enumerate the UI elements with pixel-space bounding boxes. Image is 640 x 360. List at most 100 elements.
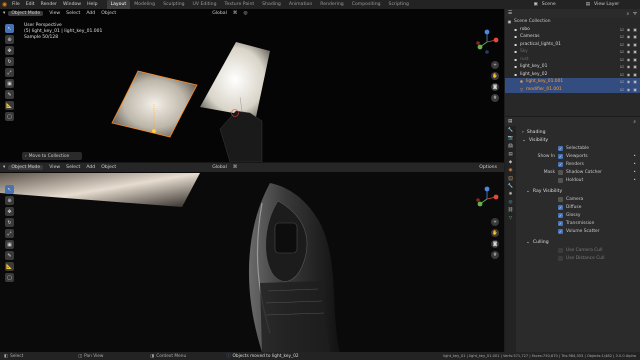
physics-tab-icon[interactable]: ◎ [509, 200, 513, 205]
holdout-checkbox[interactable] [558, 177, 563, 183]
viewports-checkbox[interactable]: ✓ [558, 153, 563, 159]
measure-tool-icon-2[interactable]: 📐 [5, 262, 14, 271]
menu-file[interactable]: File [9, 2, 23, 7]
menu-window[interactable]: Window [60, 2, 84, 7]
outliner-type-icon[interactable]: ☰ [508, 11, 512, 16]
outliner-item[interactable]: ▪ light_key_01 ☑ ◉ ▣ [505, 63, 640, 71]
exclude-checkbox-icon[interactable]: ☑ [620, 34, 624, 39]
outliner-item[interactable]: ▪ rust ☑ ◉ ▣ [505, 56, 640, 64]
output-tab-icon[interactable]: 🖨 [508, 144, 514, 149]
eye-icon[interactable]: ◉ [627, 79, 631, 84]
tab-scripting[interactable]: Scripting [385, 0, 413, 9]
render-tab-icon[interactable]: 📷 [508, 136, 514, 141]
snap-icon[interactable]: ⌘ [230, 11, 241, 16]
grid-icon-2[interactable]: # [491, 251, 499, 259]
editor-type-icon-2[interactable]: ▾ [0, 165, 8, 170]
view-layer-tab-icon[interactable]: ▤ [508, 152, 512, 157]
camera-render-icon[interactable]: ▣ [633, 42, 637, 47]
ray-visibility-checkbox[interactable]: ✓ [558, 228, 563, 234]
camera-render-icon[interactable]: ▣ [633, 34, 637, 39]
keyframe-dot-icon[interactable]: • [633, 162, 636, 167]
options-button[interactable]: Options [476, 165, 500, 170]
transform-tool-icon-2[interactable]: ▣ [5, 240, 14, 249]
proportional-icon[interactable]: ◎ [240, 11, 250, 16]
camera-view-icon[interactable]: ◙ [491, 83, 499, 91]
eye-icon[interactable]: ◉ [627, 27, 631, 32]
annotate-tool-icon[interactable]: ✎ [5, 90, 14, 99]
exclude-checkbox-icon[interactable]: ☑ [620, 64, 624, 69]
properties-search-icon[interactable]: ⌕ [633, 119, 636, 125]
shadow-catcher-checkbox[interactable] [558, 169, 563, 175]
keyframe-dot-icon[interactable]: • [633, 178, 636, 183]
blender-logo-icon[interactable]: ◉ [0, 0, 9, 9]
cursor-tool-icon[interactable]: ⊕ [5, 35, 14, 44]
menu-render[interactable]: Render [38, 2, 60, 7]
selectable-checkbox[interactable]: ✓ [558, 145, 563, 151]
exclude-checkbox-icon[interactable]: ☑ [620, 57, 624, 62]
last-operator-panel[interactable]: › Move to Collection [22, 152, 82, 160]
camera-render-icon[interactable]: ▣ [633, 79, 637, 84]
eye-icon[interactable]: ◉ [627, 72, 631, 77]
eye-icon[interactable]: ◉ [627, 42, 631, 47]
outliner-item[interactable]: ▪ practical_lights_01 ☑ ◉ ▣ [505, 41, 640, 49]
culling-checkbox[interactable] [558, 255, 563, 261]
constraints-tab-icon[interactable]: ⛓ [508, 208, 514, 213]
outliner-item[interactable]: ▽ modifier_01.001 ☑ ◉ ▣ [505, 85, 640, 93]
exclude-checkbox-icon[interactable]: ☑ [620, 27, 624, 32]
menu-edit[interactable]: Edit [23, 2, 38, 7]
annotate-tool-icon-2[interactable]: ✎ [5, 251, 14, 260]
scene-tab-icon[interactable]: ◆ [509, 160, 512, 165]
view-layer-selector[interactable]: View Layer [594, 2, 636, 7]
transform-orientation-2[interactable]: Global [209, 165, 230, 170]
nav-gizmo-bottom[interactable] [474, 186, 500, 212]
visibility-panel-header[interactable]: ⌄ Visibility [518, 136, 638, 144]
rotate-tool-icon-2[interactable]: ↻ [5, 218, 14, 227]
ray-visibility-checkbox[interactable] [558, 196, 563, 202]
viewport-menu-select[interactable]: Select [63, 11, 83, 16]
cursor-tool-icon-2[interactable]: ⊕ [5, 196, 14, 205]
camera-render-icon[interactable]: ▣ [633, 57, 637, 62]
editor-type-icon[interactable]: ▾ [0, 11, 8, 16]
modifier-tab-icon[interactable]: 🔧 [508, 184, 514, 189]
exclude-checkbox-icon[interactable]: ☑ [620, 49, 624, 54]
camera-render-icon[interactable]: ▣ [633, 49, 637, 54]
world-tab-icon[interactable]: ◉ [509, 168, 513, 173]
scene-selector[interactable]: Scene [542, 2, 582, 7]
camera-render-icon[interactable]: ▣ [633, 87, 637, 92]
tab-rendering[interactable]: Rendering [316, 0, 347, 9]
tab-texture-paint[interactable]: Texture Paint [221, 0, 259, 9]
tab-layout[interactable]: Layout [106, 0, 131, 9]
zoom-icon-2[interactable]: + [491, 218, 499, 226]
viewport-bottom[interactable]: ▾ Object Mode View Select Add Object Global… [0, 163, 504, 352]
culling-checkbox[interactable] [558, 247, 563, 253]
viewport-menu-object[interactable]: Object [98, 165, 119, 170]
camera-render-icon[interactable]: ▣ [633, 27, 637, 32]
mode-selector-2[interactable]: Object Mode [8, 165, 44, 170]
exclude-checkbox-icon[interactable]: ☑ [620, 72, 624, 77]
nav-gizmo-top[interactable] [474, 29, 500, 55]
move-tool-icon[interactable]: ✥ [5, 46, 14, 55]
add-cube-tool-icon[interactable]: ▢ [5, 112, 14, 121]
zoom-icon[interactable]: + [491, 61, 499, 69]
tab-animation[interactable]: Animation [285, 0, 316, 9]
ray-visibility-header[interactable]: ⌄ Ray Visibility [518, 187, 638, 195]
viewport-menu-view[interactable]: View [46, 11, 63, 16]
ray-visibility-checkbox[interactable]: ✓ [558, 220, 563, 226]
ray-visibility-checkbox[interactable]: ✓ [558, 212, 563, 218]
keyframe-dot-icon[interactable]: • [633, 154, 636, 159]
viewport-menu-object[interactable]: Object [98, 11, 119, 16]
eye-icon[interactable]: ◉ [627, 64, 631, 69]
tab-modeling[interactable]: Modeling [130, 0, 159, 9]
exclude-checkbox-icon[interactable]: ☑ [620, 42, 624, 47]
properties-type-icon[interactable]: ▤ [508, 119, 512, 124]
outliner-item[interactable]: ▪ Sky ☑ ◉ ▣ [505, 48, 640, 56]
scene-collection-row[interactable]: ▣ Scene Collection [505, 18, 640, 26]
viewport-menu-add[interactable]: Add [83, 11, 98, 16]
transform-tool-icon[interactable]: ▣ [5, 79, 14, 88]
mode-selector[interactable]: Object Mode [8, 11, 44, 16]
data-tab-icon[interactable]: ▽ [509, 216, 512, 221]
scale-tool-icon-2[interactable]: ⤢ [5, 229, 14, 238]
viewport-top[interactable]: ▾ Object Mode View Select Add Object Global… [0, 9, 504, 162]
outliner-item[interactable]: ▪ light_key_02 ☑ ◉ ▣ [505, 71, 640, 79]
rotate-tool-icon[interactable]: ↻ [5, 57, 14, 66]
